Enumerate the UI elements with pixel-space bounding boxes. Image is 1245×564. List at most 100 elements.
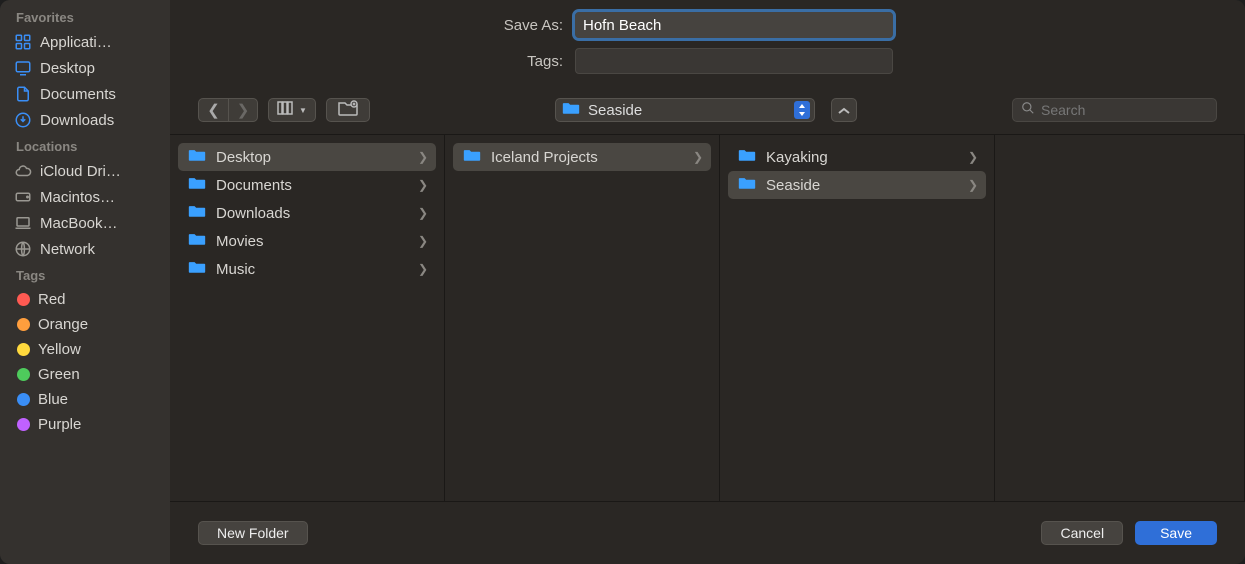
sidebar-item-icloud[interactable]: iCloud Dri…	[0, 158, 170, 184]
folder-icon	[188, 148, 206, 166]
search-icon	[1021, 101, 1035, 119]
sidebar-tag-yellow[interactable]: Yellow	[0, 337, 170, 362]
save-button[interactable]: Save	[1135, 521, 1217, 545]
updown-arrows-icon	[794, 101, 810, 119]
sidebar-tag-orange[interactable]: Orange	[0, 312, 170, 337]
chevron-right-icon: ❯	[418, 150, 428, 164]
sidebar-item-label: Yellow	[38, 341, 81, 358]
sidebar-tag-purple[interactable]: Purple	[0, 412, 170, 437]
folder-icon	[738, 148, 756, 166]
view-mode-button[interactable]: ▼	[268, 98, 316, 122]
chevron-right-icon: ❯	[237, 101, 250, 119]
row-label: Movies	[216, 233, 264, 250]
sidebar-tag-green[interactable]: Green	[0, 362, 170, 387]
footer: New Folder Cancel Save	[170, 502, 1245, 564]
row-label: Desktop	[216, 149, 271, 166]
sidebar-item-label: Orange	[38, 316, 88, 333]
cloud-icon	[14, 162, 32, 180]
document-icon	[14, 85, 32, 103]
search-input[interactable]	[1041, 102, 1208, 118]
sidebar-item-label: Documents	[40, 86, 116, 103]
folder-row-iceland-projects[interactable]: Iceland Projects❯	[453, 143, 711, 171]
sidebar-item-label: Blue	[38, 391, 68, 408]
folder-row-desktop[interactable]: Desktop ❯	[178, 143, 436, 171]
nav-forward-button[interactable]: ❯	[228, 98, 258, 122]
row-label: Kayaking	[766, 149, 828, 166]
folder-row-kayaking[interactable]: Kayaking❯	[728, 143, 986, 171]
sidebar-item-label: Green	[38, 366, 80, 383]
sidebar-header-tags: Tags	[0, 262, 170, 287]
tag-dot-icon	[17, 368, 30, 381]
save-as-label: Save As:	[190, 17, 575, 34]
folder-row-downloads[interactable]: Downloads ❯	[178, 199, 436, 227]
row-label: Music	[216, 261, 255, 278]
chevron-right-icon: ❯	[418, 206, 428, 220]
chevron-right-icon: ❯	[418, 178, 428, 192]
sidebar-item-label: Desktop	[40, 60, 95, 77]
tags-input[interactable]	[575, 48, 893, 74]
apps-icon	[14, 33, 32, 51]
nav-back-button[interactable]: ❮	[198, 98, 228, 122]
sidebar-item-label: Macintos…	[40, 189, 115, 206]
path-label: Seaside	[588, 102, 642, 119]
laptop-icon	[14, 214, 32, 232]
sidebar-item-label: MacBook…	[40, 215, 118, 232]
sidebar-item-desktop[interactable]: Desktop	[0, 55, 170, 81]
tag-dot-icon	[17, 293, 30, 306]
top-form: Save As: Tags:	[170, 0, 1245, 94]
sidebar-item-network[interactable]: Network	[0, 236, 170, 262]
main-panel: Save As: Tags: ❮ ❯ ▼ Seaside	[170, 0, 1245, 564]
new-folder-icon-button[interactable]	[326, 98, 370, 122]
collapse-button[interactable]	[831, 98, 857, 122]
sidebar-item-label: Applicati…	[40, 34, 112, 51]
columns-icon	[277, 101, 297, 119]
folder-plus-icon	[337, 100, 359, 120]
save-as-input[interactable]	[575, 12, 893, 38]
download-icon	[14, 111, 32, 129]
sidebar-item-downloads[interactable]: Downloads	[0, 107, 170, 133]
sidebar-item-macbook[interactable]: MacBook…	[0, 210, 170, 236]
chevron-down-icon: ▼	[299, 106, 307, 115]
row-label: Iceland Projects	[491, 149, 598, 166]
sidebar-item-macintosh[interactable]: Macintos…	[0, 184, 170, 210]
folder-icon	[562, 101, 580, 119]
tags-label: Tags:	[190, 53, 575, 70]
path-selector[interactable]: Seaside	[555, 98, 815, 122]
cancel-button[interactable]: Cancel	[1041, 521, 1123, 545]
chevron-left-icon: ❮	[207, 101, 220, 119]
sidebar-item-label: Network	[40, 241, 95, 258]
chevron-right-icon: ❯	[418, 262, 428, 276]
sidebar: Favorites Applicati… Desktop Documents D…	[0, 0, 170, 564]
tag-dot-icon	[17, 418, 30, 431]
column-browser: Desktop ❯ Documents❯ Downloads ❯ Movies ❯ M…	[170, 134, 1245, 502]
row-label: Seaside	[766, 177, 820, 194]
sidebar-item-label: Purple	[38, 416, 81, 433]
column-4	[995, 135, 1245, 501]
folder-icon	[188, 232, 206, 250]
sidebar-item-label: Red	[38, 291, 66, 308]
chevron-right-icon: ❯	[418, 234, 428, 248]
tag-dot-icon	[17, 318, 30, 331]
sidebar-item-label: iCloud Dri…	[40, 163, 121, 180]
sidebar-tag-blue[interactable]: Blue	[0, 387, 170, 412]
folder-icon	[738, 176, 756, 194]
new-folder-button[interactable]: New Folder	[198, 521, 308, 545]
column-1: Desktop ❯ Documents❯ Downloads ❯ Movies ❯ M…	[170, 135, 445, 501]
folder-row-music[interactable]: Music ❯	[178, 255, 436, 283]
folder-row-seaside[interactable]: Seaside❯	[728, 171, 986, 199]
sidebar-item-documents[interactable]: Documents	[0, 81, 170, 107]
column-2: Iceland Projects❯	[445, 135, 720, 501]
tag-dot-icon	[17, 343, 30, 356]
tag-dot-icon	[17, 393, 30, 406]
search-box[interactable]	[1012, 98, 1217, 122]
row-label: Downloads	[216, 205, 290, 222]
folder-icon	[188, 260, 206, 278]
sidebar-item-label: Downloads	[40, 112, 114, 129]
folder-row-documents[interactable]: Documents❯	[178, 171, 436, 199]
chevron-up-icon	[838, 102, 850, 119]
sidebar-item-applications[interactable]: Applicati…	[0, 29, 170, 55]
folder-icon	[188, 176, 206, 194]
folder-row-movies[interactable]: Movies ❯	[178, 227, 436, 255]
sidebar-tag-red[interactable]: Red	[0, 287, 170, 312]
column-3: Kayaking❯ Seaside❯	[720, 135, 995, 501]
